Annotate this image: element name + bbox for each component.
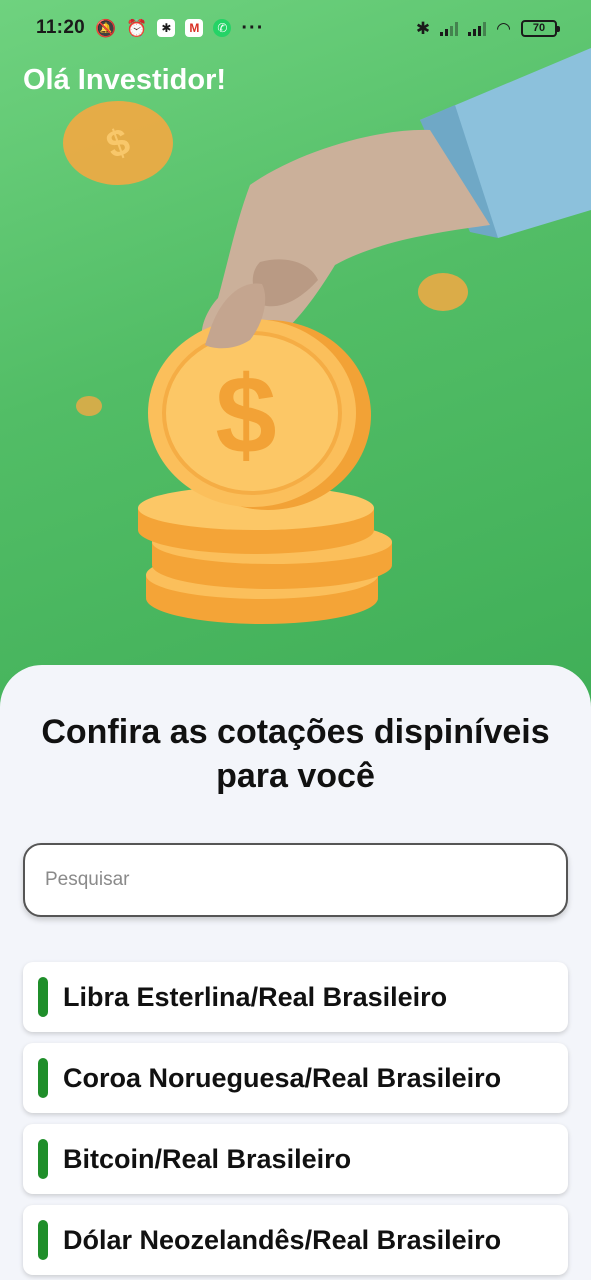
greeting-title: Olá Investidor! <box>23 64 227 96</box>
quote-label: Coroa Norueguesa/Real Brasileiro <box>63 1062 502 1093</box>
quote-item-dolar-neozelandes[interactable]: Dólar Neozelandês/Real Brasileiro <box>23 1205 568 1275</box>
hand-with-coins-illustration: $ $ <box>63 48 591 624</box>
app-icon: ✱ <box>157 19 176 37</box>
dollar-sign: $ <box>215 354 276 477</box>
notifications-off-icon: 🔕 <box>95 18 117 38</box>
quote-list: Libra Esterlina/Real Brasileiro Coroa No… <box>23 962 568 1280</box>
alarm-icon: ⏰ <box>126 18 148 38</box>
accent-bar <box>38 1058 48 1098</box>
search-box <box>23 843 568 917</box>
signal-icon <box>468 20 487 36</box>
battery-icon: 70 <box>521 19 560 37</box>
page-headline: Confira as cotações dispiníveis para voc… <box>41 713 550 795</box>
background-coin-2 <box>418 273 468 311</box>
quote-label: Dólar Neozelandês/Real Brasileiro <box>63 1224 502 1255</box>
signal-icon <box>440 20 459 36</box>
search-input[interactable] <box>25 845 566 915</box>
quote-label: Bitcoin/Real Brasileiro <box>63 1143 352 1174</box>
more-icon: ··· <box>241 16 265 39</box>
background-coin-3 <box>76 396 102 416</box>
wifi-icon: ◠ <box>496 18 511 38</box>
hero-banner: $ $ <box>0 0 591 720</box>
accent-bar <box>38 1220 48 1260</box>
status-bar: 11:20 🔕 ⏰ ✱ M ✆ ··· ✱ ◠ 70 <box>0 0 591 56</box>
whatsapp-icon: ✆ <box>213 19 232 37</box>
accent-bar <box>38 977 48 1017</box>
quote-item-bitcoin[interactable]: Bitcoin/Real Brasileiro <box>23 1124 568 1194</box>
status-right: ✱ ◠ 70 <box>415 18 560 38</box>
quote-label: Libra Esterlina/Real Brasileiro <box>63 981 448 1012</box>
bluetooth-icon: ✱ <box>415 18 431 38</box>
status-left: 11:20 🔕 ⏰ ✱ M ✆ ··· <box>36 17 264 40</box>
quote-item-libra[interactable]: Libra Esterlina/Real Brasileiro <box>23 962 568 1032</box>
gmail-icon: M <box>185 19 204 37</box>
accent-bar <box>38 1139 48 1179</box>
quote-item-coroa[interactable]: Coroa Norueguesa/Real Brasileiro <box>23 1043 568 1113</box>
clock: 11:20 <box>36 17 86 38</box>
